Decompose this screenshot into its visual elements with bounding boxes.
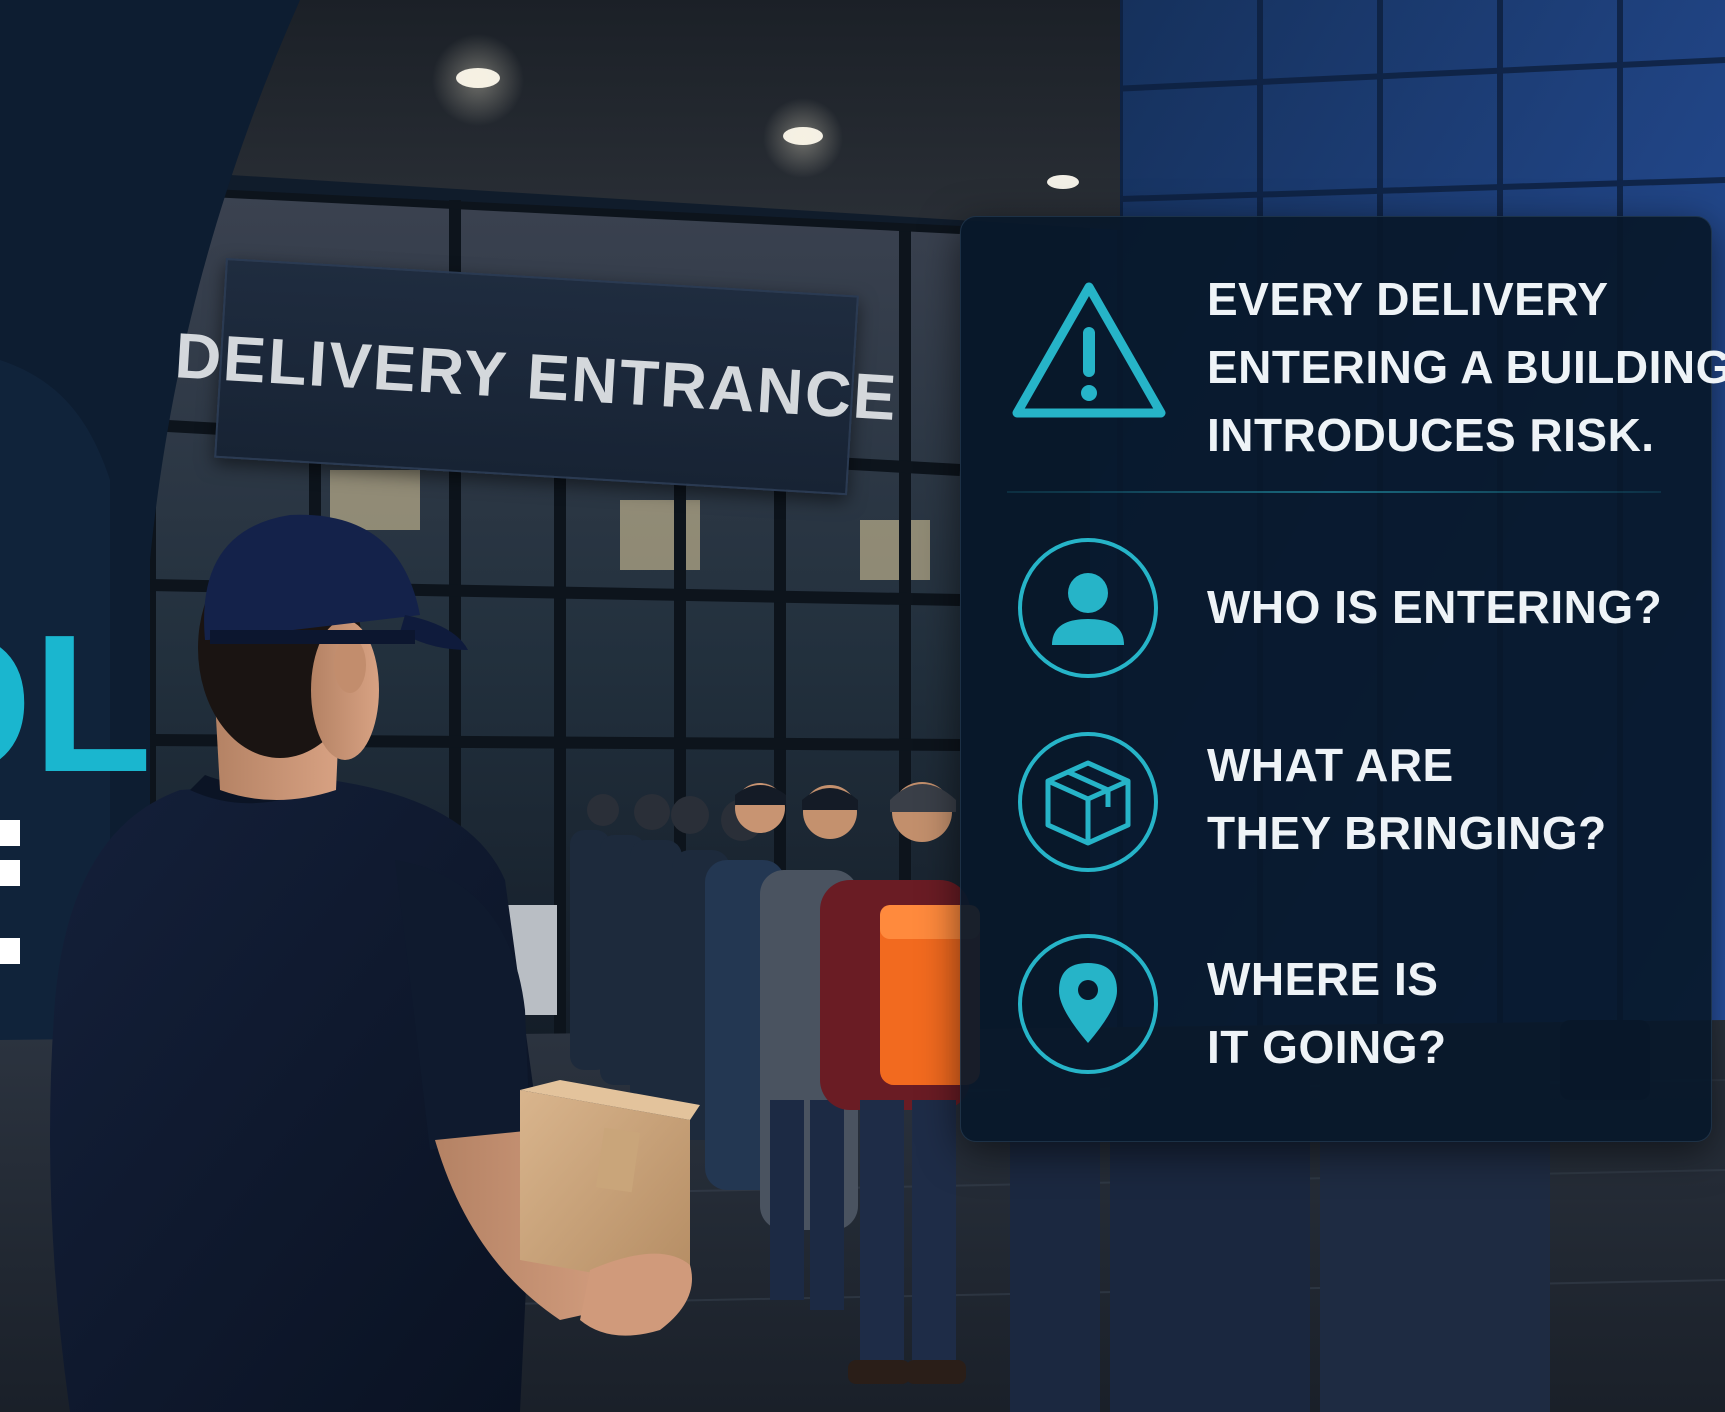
- panel-divider: [1007, 491, 1661, 493]
- delivery-entrance-sign: DELIVERY ENTRANCE: [173, 258, 900, 496]
- risk-info-panel: EVERY DELIVERY ENTERING A BUILDING INTRO…: [960, 216, 1725, 1142]
- question-line: WHO IS ENTERING?: [1207, 581, 1663, 633]
- cropped-heading-bar: [0, 938, 20, 964]
- package-box-icon: [1018, 732, 1158, 872]
- question-line: WHERE IS: [1207, 953, 1439, 1005]
- risk-headline: EVERY DELIVERY ENTERING A BUILDING INTRO…: [1207, 265, 1725, 469]
- headline-line: ENTERING A BUILDING: [1207, 341, 1725, 393]
- headline-line: EVERY DELIVERY: [1207, 273, 1609, 325]
- question-what: WHAT ARE THEY BRINGING?: [1207, 731, 1607, 867]
- cropped-heading-bar: [0, 820, 20, 846]
- photo-scene: DELIVERY ENTRANCE OL EVERY DELIVERY ENTE…: [0, 0, 1725, 1412]
- warning-triangle-icon: [1012, 282, 1166, 418]
- question-line: THEY BRINGING?: [1207, 807, 1607, 859]
- cropped-heading-bar: [0, 860, 20, 886]
- person-icon: [1018, 538, 1158, 678]
- sign-text: DELIVERY ENTRANCE: [173, 319, 900, 435]
- question-line: WHAT ARE: [1207, 739, 1454, 791]
- question-who: WHO IS ENTERING?: [1207, 573, 1662, 641]
- question-where: WHERE IS IT GOING?: [1207, 945, 1447, 1081]
- cropped-heading-fragment: OL: [0, 594, 153, 813]
- headline-line: INTRODUCES RISK.: [1207, 409, 1655, 461]
- question-line: IT GOING?: [1207, 1021, 1447, 1073]
- location-pin-icon: [1018, 934, 1158, 1074]
